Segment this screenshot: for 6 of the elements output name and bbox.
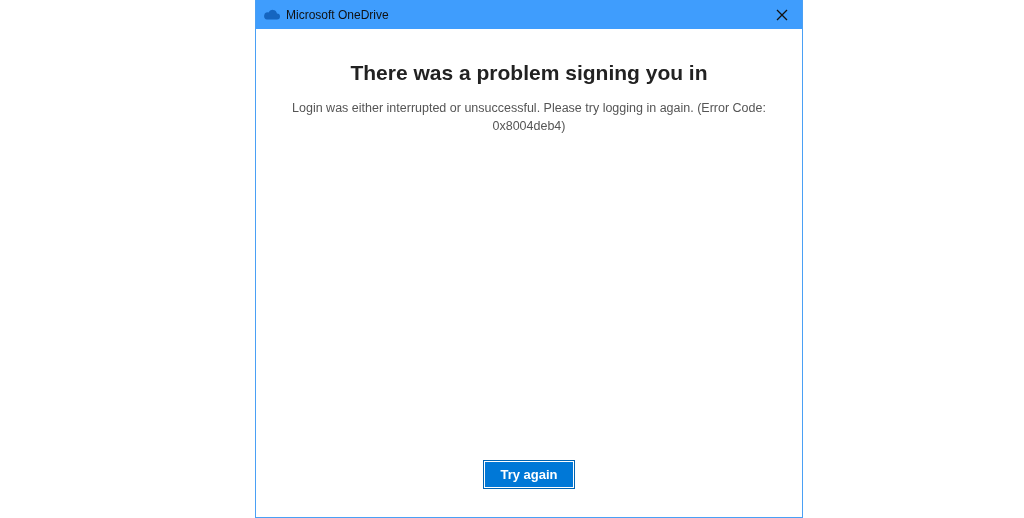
error-heading: There was a problem signing you in (350, 61, 708, 85)
try-again-button[interactable]: Try again (483, 460, 575, 489)
error-message: Login was either interrupted or unsuccessful. Please try logging in again. (Error Code: 0x8004deb4) (291, 100, 767, 135)
cloud-icon (264, 9, 280, 20)
window-title: Microsoft OneDrive (286, 7, 390, 22)
close-icon[interactable] (776, 8, 788, 21)
